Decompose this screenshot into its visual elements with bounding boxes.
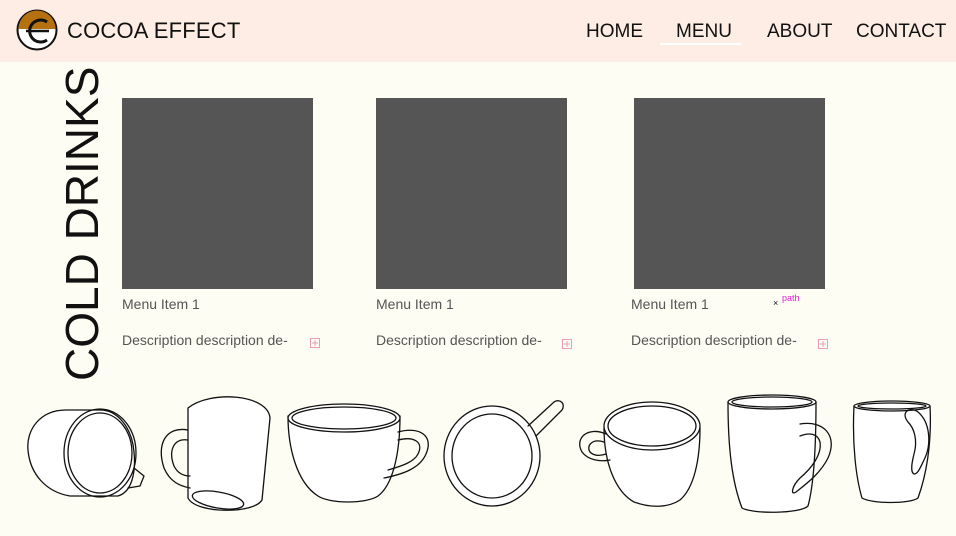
cup-icon xyxy=(579,401,701,507)
nav-home[interactable]: HOME xyxy=(586,21,643,43)
logo-cocoa-icon[interactable] xyxy=(16,9,58,51)
cup-illustrations xyxy=(27,394,932,513)
nav-menu[interactable]: MENU xyxy=(676,21,732,43)
section-title: COLD DRINKS xyxy=(56,66,108,381)
menu-item-image[interactable] xyxy=(122,98,313,289)
cup-icon xyxy=(27,408,145,498)
brand-name[interactable]: COCOA EFFECT xyxy=(67,18,241,44)
cup-icon xyxy=(443,400,564,507)
plus-box-icon[interactable] xyxy=(818,339,828,349)
path-label: path xyxy=(782,293,800,303)
nav-active-underline xyxy=(660,43,741,45)
menu-item-image[interactable] xyxy=(376,98,567,289)
cup-icon xyxy=(852,400,932,504)
menu-item-title: Menu Item 1 xyxy=(376,296,454,312)
nav-contact[interactable]: CONTACT xyxy=(856,21,946,43)
menu-item-description: Description description de- xyxy=(631,332,797,348)
menu-item-description: Description description de- xyxy=(376,332,542,348)
menu-item-title: Menu Item 1 xyxy=(631,296,709,312)
menu-item-image[interactable] xyxy=(634,98,825,289)
nav-about[interactable]: ABOUT xyxy=(767,21,832,43)
plus-box-icon[interactable] xyxy=(562,339,572,349)
cup-icon xyxy=(287,403,429,503)
plus-box-icon[interactable] xyxy=(310,338,320,348)
menu-item-title: Menu Item 1 xyxy=(122,296,200,312)
cup-icon xyxy=(727,394,832,513)
site-header: COCOA EFFECT HOME MENU ABOUT CONTACT xyxy=(0,0,956,62)
cup-icon xyxy=(160,396,271,511)
menu-item-description: Description description de- xyxy=(122,332,288,348)
path-anchor-marker: × xyxy=(773,298,779,308)
